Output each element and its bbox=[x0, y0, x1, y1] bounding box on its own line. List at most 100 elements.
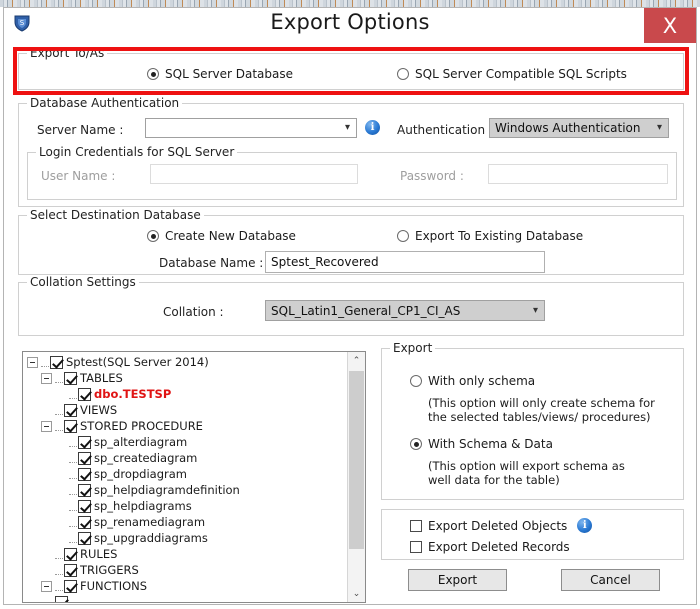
checkbox-export-deleted-objects-label: Export Deleted Objects bbox=[428, 518, 568, 533]
tree-connector bbox=[55, 406, 63, 415]
user-name-field[interactable] bbox=[150, 164, 358, 184]
tree-node-checkbox-icon[interactable] bbox=[50, 355, 63, 369]
tree-node-checkbox-icon[interactable] bbox=[78, 499, 91, 513]
tree-node[interactable]: VIEWS bbox=[23, 402, 348, 418]
tree-node-checkbox-icon[interactable] bbox=[78, 531, 91, 545]
tree-node-label: STORED PROCEDURE bbox=[80, 419, 203, 433]
tree-node[interactable]: TRIGGERS bbox=[23, 562, 348, 578]
tree-node-checkbox-icon[interactable] bbox=[64, 371, 77, 385]
tree-expander-icon[interactable] bbox=[41, 372, 52, 384]
tree-node[interactable]: sp_renamediagram bbox=[23, 514, 348, 530]
tree-node[interactable]: RULES bbox=[23, 546, 348, 562]
chevron-down-icon: ▾ bbox=[344, 121, 350, 133]
tree-node-checkbox-icon[interactable] bbox=[78, 515, 91, 529]
scrollbar-thumb[interactable] bbox=[349, 371, 364, 549]
collation-settings-legend: Collation Settings bbox=[27, 275, 139, 289]
tree-node[interactable]: STORED PROCEDURE bbox=[23, 418, 348, 434]
tree-node-label: sp_helpdiagrams bbox=[94, 499, 192, 513]
tree-node-label: sp_renamediagram bbox=[94, 515, 206, 529]
title-bar: S Export Options X bbox=[4, 8, 696, 43]
object-tree[interactable]: Sptest(SQL Server 2014) TABLES dbo.TESTSP V… bbox=[22, 351, 366, 603]
database-name-value: Sptest_Recovered bbox=[271, 255, 379, 269]
radio-with-schema-and-data[interactable]: With Schema & Data bbox=[410, 437, 553, 451]
tree-node[interactable]: sp_helpdiagramdefinition bbox=[23, 482, 348, 498]
tree-node[interactable]: dbo.TESTSP bbox=[23, 386, 348, 402]
radio-export-existing-database-label: Export To Existing Database bbox=[415, 229, 584, 243]
tree-connector bbox=[55, 422, 63, 431]
tree-node[interactable]: sp_dropdiagram bbox=[23, 466, 348, 482]
radio-create-new-database-label: Create New Database bbox=[165, 229, 296, 243]
tree-node[interactable]: sp_helpdiagrams bbox=[23, 498, 348, 514]
checkbox-export-deleted-records[interactable]: Export Deleted Records bbox=[410, 540, 570, 554]
database-name-field[interactable]: Sptest_Recovered bbox=[265, 251, 545, 273]
export-deleted-objects-info-icon[interactable]: i bbox=[577, 518, 593, 533]
tree-node-checkbox-icon[interactable] bbox=[78, 467, 91, 481]
tree-connector bbox=[69, 502, 77, 511]
database-name-label: Database Name : bbox=[159, 256, 264, 270]
scroll-up-icon[interactable]: ⌃ bbox=[348, 352, 365, 369]
checkbox-export-deleted-objects-icon bbox=[410, 519, 422, 532]
tree-node-checkbox-icon[interactable] bbox=[78, 451, 91, 465]
checkbox-export-deleted-records-label: Export Deleted Records bbox=[428, 540, 570, 554]
tree-node-label: sp_creatediagram bbox=[94, 451, 198, 465]
chevron-down-icon: ▾ bbox=[532, 304, 538, 316]
collation-select[interactable]: SQL_Latin1_General_CP1_CI_AS ▾ bbox=[265, 300, 545, 321]
tree-node-label: dbo.TESTSP bbox=[94, 387, 172, 401]
radio-create-new-database[interactable]: Create New Database bbox=[147, 229, 296, 243]
tree-node-checkbox-icon[interactable] bbox=[64, 547, 77, 561]
radio-create-new-database-icon bbox=[147, 230, 159, 242]
tree-node-label: VIEWS bbox=[80, 403, 118, 417]
radio-with-only-schema-label: With only schema bbox=[428, 374, 536, 388]
checkbox-export-deleted-objects[interactable]: Export Deleted Objects i bbox=[410, 518, 593, 533]
tree-node[interactable]: sp_upgraddiagrams bbox=[23, 530, 348, 546]
tree-expander-icon[interactable] bbox=[41, 580, 52, 592]
radio-export-existing-database[interactable]: Export To Existing Database bbox=[397, 229, 583, 243]
tree-node-checkbox-icon[interactable] bbox=[55, 595, 68, 602]
scroll-down-icon[interactable]: ⌄ bbox=[348, 585, 365, 602]
password-field[interactable] bbox=[488, 164, 668, 184]
object-tree-list: Sptest(SQL Server 2014) TABLES dbo.TESTSP V… bbox=[23, 354, 348, 602]
radio-with-only-schema-icon bbox=[410, 375, 422, 387]
tree-node[interactable]: sp_creatediagram bbox=[23, 450, 348, 466]
server-name-input[interactable]: ▾ bbox=[145, 118, 357, 138]
tree-node[interactable]: sp_alterdiagram bbox=[23, 434, 348, 450]
tree-node-checkbox-icon[interactable] bbox=[78, 483, 91, 497]
select-destination-legend: Select Destination Database bbox=[27, 208, 204, 222]
tree-expander-icon[interactable] bbox=[41, 420, 52, 432]
tree-node-checkbox-icon[interactable] bbox=[64, 563, 77, 577]
tree-connector bbox=[55, 582, 63, 591]
radio-with-only-schema[interactable]: With only schema bbox=[410, 374, 535, 388]
tree-node-label: TABLES bbox=[80, 371, 123, 385]
tree-node[interactable]: FUNCTIONS bbox=[23, 578, 348, 594]
tree-node-checkbox-icon[interactable] bbox=[78, 387, 91, 401]
tree-node[interactable]: TABLES bbox=[23, 370, 348, 386]
tree-node[interactable]: Sptest(SQL Server 2014) bbox=[23, 354, 348, 370]
export-to-as-highlight bbox=[13, 47, 689, 95]
tree-node-label: sp_upgraddiagrams bbox=[94, 531, 208, 545]
tree-node-checkbox-icon[interactable] bbox=[64, 579, 77, 593]
background-window-strip bbox=[0, 0, 700, 7]
authentication-select[interactable]: Windows Authentication ▾ bbox=[489, 118, 669, 138]
tree-node-label: Sptest(SQL Server 2014) bbox=[66, 355, 209, 369]
object-tree-scrollbar[interactable]: ⌃ ⌄ bbox=[347, 352, 365, 602]
tree-node-label: RULES bbox=[80, 547, 118, 561]
server-name-label: Server Name : bbox=[37, 123, 124, 137]
user-name-label: User Name : bbox=[41, 169, 116, 183]
cancel-button[interactable]: Cancel bbox=[561, 569, 660, 591]
collation-value: SQL_Latin1_General_CP1_CI_AS bbox=[271, 303, 461, 318]
authentication-label: Authentication : bbox=[397, 123, 493, 137]
tree-node-partial[interactable] bbox=[23, 594, 348, 602]
tree-expander-icon[interactable] bbox=[27, 356, 38, 368]
radio-export-existing-database-icon bbox=[397, 230, 409, 242]
tree-node-checkbox-icon[interactable] bbox=[78, 435, 91, 449]
tree-connector bbox=[41, 358, 49, 367]
tree-node-label: TRIGGERS bbox=[80, 563, 139, 577]
server-name-info-icon[interactable]: i bbox=[365, 120, 380, 135]
deleted-options-group: Export Deleted Objects i Export Deleted … bbox=[381, 509, 684, 560]
close-button[interactable]: X bbox=[644, 8, 696, 43]
tree-connector bbox=[69, 534, 77, 543]
export-button[interactable]: Export bbox=[408, 569, 507, 591]
tree-node-checkbox-icon[interactable] bbox=[64, 403, 77, 417]
tree-node-checkbox-icon[interactable] bbox=[64, 419, 77, 433]
with-only-schema-description: (This option will only create schema for… bbox=[428, 396, 655, 424]
